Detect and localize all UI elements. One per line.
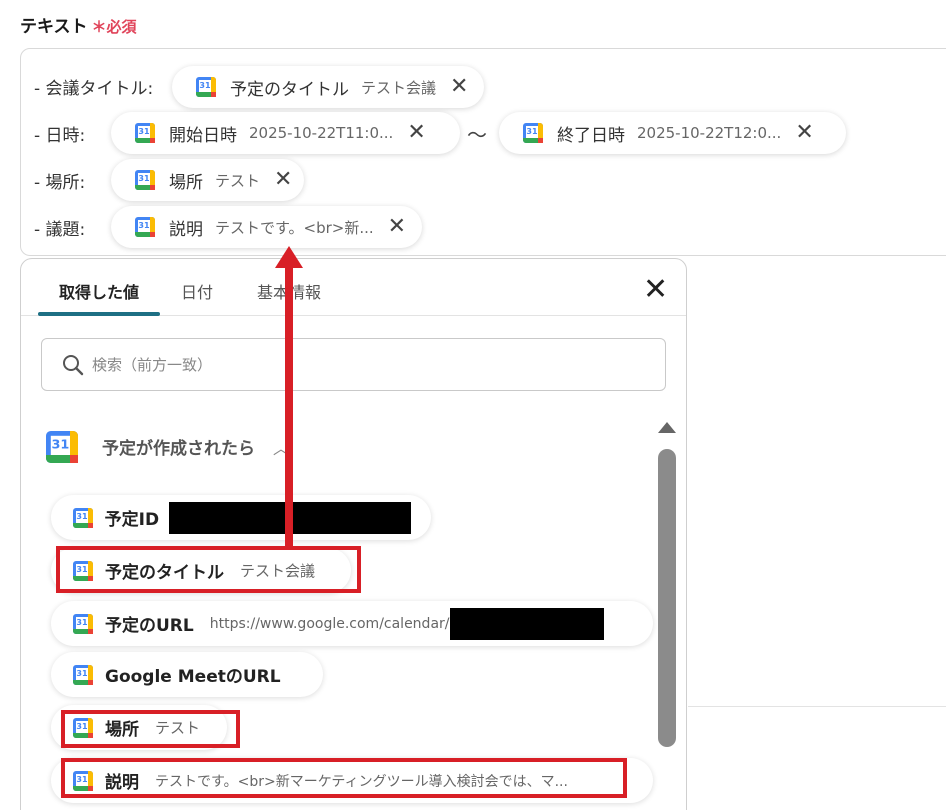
scroll-up-arrow[interactable] xyxy=(658,422,676,433)
redacted-value xyxy=(449,607,604,640)
chip-value: テスト会議 xyxy=(361,78,437,97)
group-header[interactable]: 31 予定が作成されたら ︿ xyxy=(46,430,289,463)
close-icon[interactable]: ✕ xyxy=(795,122,813,144)
list-item-event-id[interactable]: 31 予定ID xyxy=(51,495,431,540)
required-badge: ＊必須 xyxy=(91,18,137,36)
chip-start-datetime[interactable]: 31 開始日時 2025-10-22T11:0... ✕ xyxy=(111,112,460,154)
chip-event-title[interactable]: 31 予定のタイトル テスト会議 ✕ xyxy=(172,66,484,108)
close-icon[interactable]: ✕ xyxy=(274,169,292,191)
google-calendar-icon: 31 xyxy=(73,613,93,634)
chip-description[interactable]: 31 説明 テストです。<br>新... ✕ xyxy=(111,206,422,248)
scrollbar-thumb[interactable] xyxy=(658,449,676,747)
tab-date[interactable]: 日付 xyxy=(181,279,213,303)
search-placeholder: 検索（前方一致） xyxy=(92,356,213,374)
list-item-meet-url[interactable]: 31 Google MeetのURL xyxy=(51,652,323,697)
field-label: テキスト ＊必須 xyxy=(20,12,137,37)
chip-name: 終了日時 xyxy=(557,125,625,146)
google-calendar-icon: 31 xyxy=(135,217,155,237)
chip-name: 説明 xyxy=(169,219,203,240)
annotation-arrow-shaft xyxy=(285,266,293,546)
search-input[interactable]: 検索（前方一致） xyxy=(41,338,666,391)
group-title: 予定が作成されたら xyxy=(102,439,255,459)
item-name: Google MeetのURL xyxy=(105,667,281,687)
google-calendar-icon: 31 xyxy=(135,170,155,190)
tab-acquired-values[interactable]: 取得した値 xyxy=(59,279,139,303)
close-icon[interactable]: ✕ xyxy=(643,275,668,305)
item-name: 予定のURL xyxy=(105,616,194,636)
chip-value: 2025-10-22T12:0... xyxy=(637,124,782,142)
highlight-box-description xyxy=(61,758,627,798)
field-label-text: テキスト xyxy=(20,17,88,37)
item-name: 予定ID xyxy=(104,510,160,530)
active-tab-indicator xyxy=(38,312,160,316)
close-icon[interactable]: ✕ xyxy=(450,76,468,98)
chip-name: 開始日時 xyxy=(169,125,237,146)
chip-value: テストです。<br>新... xyxy=(215,218,374,237)
range-separator: 〜 xyxy=(467,123,487,147)
close-icon[interactable]: ✕ xyxy=(388,216,406,238)
chip-name: 場所 xyxy=(169,172,203,193)
row-label-agenda: - 議題: xyxy=(34,220,86,240)
google-calendar-icon: 31 xyxy=(73,507,93,528)
row-label-title: - 会議タイトル: xyxy=(34,79,154,99)
highlight-box-title xyxy=(56,546,361,593)
chip-name: 予定のタイトル xyxy=(230,79,349,100)
row-label-datetime: - 日時: xyxy=(34,126,86,146)
google-calendar-icon: 31 xyxy=(135,123,155,143)
chip-value: 2025-10-22T11:0... xyxy=(249,124,394,142)
highlight-box-location xyxy=(61,710,240,748)
close-icon[interactable]: ✕ xyxy=(407,122,425,144)
chip-value: テスト xyxy=(215,171,261,190)
google-calendar-icon: 31 xyxy=(46,430,78,463)
chip-end-datetime[interactable]: 31 終了日時 2025-10-22T12:0... ✕ xyxy=(499,112,846,154)
search-icon xyxy=(63,354,84,375)
annotation-arrow-head xyxy=(275,246,303,268)
row-label-location: - 場所: xyxy=(34,173,86,193)
tab-bar: 取得した値 日付 基本情報 ✕ xyxy=(21,259,686,316)
chip-location[interactable]: 31 場所 テスト ✕ xyxy=(111,159,304,201)
google-calendar-icon: 31 xyxy=(523,123,543,143)
google-calendar-icon: 31 xyxy=(196,77,216,97)
list-item-event-url[interactable]: 31 予定のURL https://www.google.com/calenda… xyxy=(51,601,653,646)
divider xyxy=(688,706,946,707)
item-value: https://www.google.com/calendar/ xyxy=(209,615,450,632)
google-calendar-icon: 31 xyxy=(73,664,93,685)
